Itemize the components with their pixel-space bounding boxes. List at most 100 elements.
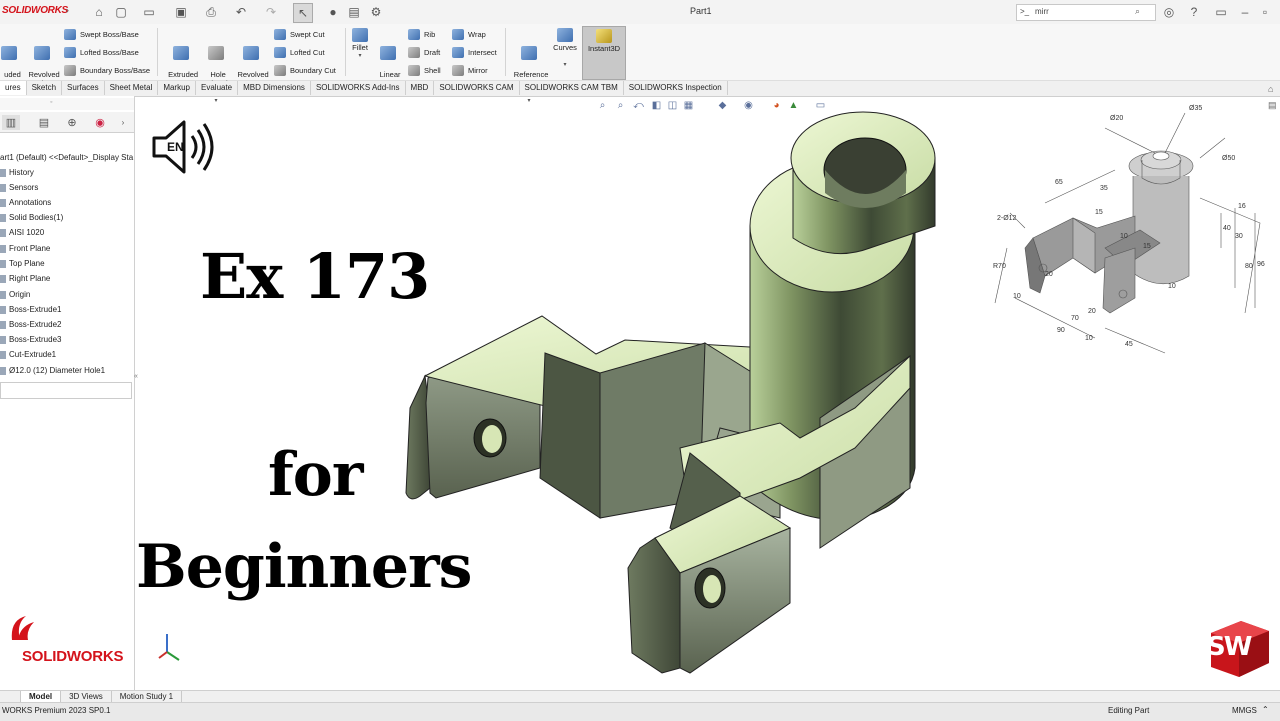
tree-item-cut-extrude1[interactable]: Cut-Extrude1	[0, 348, 56, 361]
swept-boss-button[interactable]: Swept Boss/Base	[64, 27, 139, 41]
revolved-cut-button[interactable]: Revolved Cut	[232, 28, 270, 88]
reference-geometry-icon	[521, 46, 537, 60]
tab-features[interactable]: ures	[0, 81, 27, 95]
hole-wizard-button[interactable]: Hole Wizard ▾	[200, 28, 232, 115]
tab-solidworks-cam[interactable]: SOLIDWORKS CAM	[434, 81, 520, 95]
property-manager-tab-icon[interactable]: ▤	[35, 115, 53, 130]
options-gear-icon[interactable]: ⚙	[367, 3, 385, 21]
search-input[interactable]: >_ mirr ⌕	[1016, 4, 1156, 21]
tree-item-top-plane[interactable]: Top Plane	[0, 257, 45, 270]
tab-solidworks-cam-tbm[interactable]: SOLIDWORKS CAM TBM	[520, 81, 624, 95]
tab-mbd-dimensions[interactable]: MBD Dimensions	[238, 81, 311, 95]
draft-icon	[408, 46, 420, 58]
dim-label: R70	[993, 263, 1006, 270]
tree-item-boss-extrude2[interactable]: Boss-Extrude2	[0, 318, 61, 331]
tree-item-origin[interactable]: Origin	[0, 288, 30, 301]
print-icon[interactable]: ⎙	[202, 3, 220, 21]
tree-item-right-plane[interactable]: Right Plane	[0, 272, 50, 285]
panel-splitter-icon[interactable]: «	[134, 373, 140, 387]
swept-cut-button[interactable]: Swept Cut	[274, 27, 325, 41]
lofted-cut-button[interactable]: Lofted Cut	[274, 45, 325, 59]
extruded-boss-button[interactable]: uded Base	[0, 28, 21, 88]
units-selector[interactable]: MMGS	[1232, 706, 1257, 715]
scroll-tabs-icon[interactable]	[0, 691, 21, 702]
tab-surfaces[interactable]: Surfaces	[62, 81, 105, 95]
tree-item-history[interactable]: History	[0, 166, 34, 179]
tree-root-part[interactable]: art1 (Default) <<Default>_Display Sta	[0, 151, 133, 164]
linear-pattern-button[interactable]: Linear Pattern	[372, 28, 404, 88]
rebuild-icon[interactable]: ●	[324, 3, 342, 21]
tree-item-solid-bodies[interactable]: Solid Bodies(1)	[0, 211, 63, 224]
lofted-cut-label: Lofted Cut	[290, 47, 325, 57]
tree-item-hole1[interactable]: Ø12.0 (12) Diameter Hole1	[0, 364, 105, 377]
panel-tabs: ▥ ▤ ⊕ ◉ ›	[0, 112, 134, 133]
dropdown-arrow-icon[interactable]: ▾	[551, 61, 579, 70]
rib-button[interactable]: Rib	[408, 27, 435, 41]
boundary-cut-button[interactable]: Boundary Cut	[274, 63, 336, 77]
mirror-button[interactable]: Mirror	[452, 63, 488, 77]
dropdown-arrow-icon[interactable]: ▾	[200, 97, 232, 106]
tab-solidworks-add-ins[interactable]: SOLIDWORKS Add-Ins	[311, 81, 406, 95]
tree-filter-box[interactable]	[0, 382, 132, 399]
new-document-icon[interactable]: ▢	[112, 3, 130, 21]
dropdown-arrow-icon[interactable]: ▾	[348, 52, 372, 61]
open-folder-icon[interactable]: ▭	[140, 3, 158, 21]
user-account-icon[interactable]: ◎	[1160, 3, 1178, 21]
tree-item-annotations[interactable]: Annotations	[0, 196, 51, 209]
display-manager-tab-icon[interactable]: ◉	[91, 115, 109, 130]
intersect-button[interactable]: Intersect	[452, 45, 497, 59]
tree-item-boss-extrude1[interactable]: Boss-Extrude1	[0, 303, 61, 316]
tree-item-label: Sensors	[9, 183, 39, 192]
file-properties-icon[interactable]: ▤	[345, 3, 363, 21]
undo-icon[interactable]: ↶	[232, 3, 250, 21]
redo-icon[interactable]: ↷	[262, 3, 280, 21]
dim-label: 96	[1257, 261, 1265, 268]
boundary-boss-button[interactable]: Boundary Boss/Base	[64, 63, 150, 77]
extruded-cut-button[interactable]: Extruded Cut	[162, 28, 200, 88]
tree-item-material[interactable]: AISI 1020	[0, 226, 44, 239]
menu-chevron-icon[interactable]: ›	[66, 5, 69, 15]
home-icon[interactable]: ⌂	[90, 3, 108, 21]
minimize-icon[interactable]: –	[1236, 3, 1254, 21]
tab-sketch[interactable]: Sketch	[27, 81, 63, 95]
tab-sheet-metal[interactable]: Sheet Metal	[105, 81, 159, 95]
tab-solidworks-inspection[interactable]: SOLIDWORKS Inspection	[624, 81, 728, 95]
wrap-button[interactable]: Wrap	[452, 27, 486, 41]
divider	[505, 28, 506, 76]
select-pointer-icon[interactable]: ↖	[293, 3, 313, 23]
lofted-boss-button[interactable]: Lofted Boss/Base	[64, 45, 139, 59]
notifications-icon[interactable]: ▭	[1212, 3, 1230, 21]
panel-more-icon[interactable]: ›	[114, 115, 132, 130]
tab-model[interactable]: Model	[21, 691, 62, 702]
dim-label: 45	[1125, 341, 1133, 348]
boundary-boss-icon	[64, 64, 76, 76]
tree-item-sensors[interactable]: Sensors	[0, 181, 38, 194]
instant3d-label: Instant3D	[587, 44, 621, 53]
tree-item-boss-extrude3[interactable]: Boss-Extrude3	[0, 333, 61, 346]
curves-button[interactable]: Curves ▾	[551, 28, 579, 70]
tab-motion-study[interactable]: Motion Study 1	[112, 691, 183, 702]
configuration-manager-tab-icon[interactable]: ⊕	[63, 115, 81, 130]
restore-icon[interactable]: ▫	[1256, 3, 1274, 21]
tab-evaluate[interactable]: Evaluate	[196, 81, 239, 95]
revolved-boss-button[interactable]: Revolved Boss/Base	[22, 28, 62, 88]
shell-button[interactable]: Shell	[408, 63, 441, 77]
task-pane-home-icon[interactable]: ⌂	[1268, 84, 1278, 94]
draft-button[interactable]: Draft	[408, 45, 440, 59]
tab-3d-views[interactable]: 3D Views	[61, 691, 112, 702]
annotations-icon	[0, 198, 6, 207]
search-icon[interactable]: ⌕	[1135, 6, 1140, 17]
tree-item-label: Top Plane	[9, 259, 45, 268]
tab-mbd[interactable]: MBD	[406, 81, 435, 95]
title-bar: SOLIDWORKS › ⌂ ▢ ▭ ▣ ⎙ ↶ ↷ ↖ ● ▤ ⚙ Part1…	[0, 0, 1280, 25]
instant3d-button[interactable]: Instant3D	[582, 26, 626, 80]
help-icon[interactable]: ?	[1185, 3, 1203, 21]
tab-markup[interactable]: Markup	[158, 81, 196, 95]
units-dropdown-icon[interactable]: ⌃	[1262, 705, 1269, 714]
wrap-label: Wrap	[468, 29, 486, 39]
tree-item-front-plane[interactable]: Front Plane	[0, 242, 50, 255]
panel-collapse-icon[interactable]: ◦	[50, 99, 52, 106]
feature-tree-tab-icon[interactable]: ▥	[2, 115, 20, 130]
fillet-button[interactable]: Fillet ▾	[348, 28, 372, 61]
save-icon[interactable]: ▣	[172, 3, 190, 21]
